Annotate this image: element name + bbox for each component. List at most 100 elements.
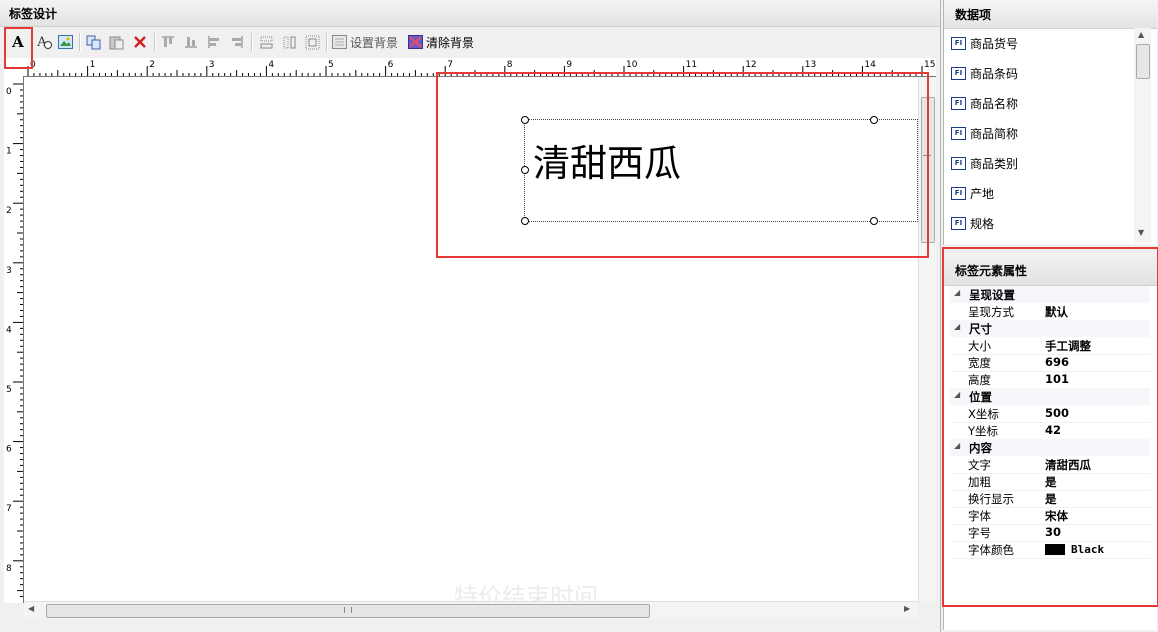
- prop-render-mode[interactable]: 呈现方式 默认: [950, 303, 1150, 321]
- prop-size[interactable]: 大小 手工调整: [950, 337, 1150, 355]
- field-icon: FI: [951, 66, 966, 80]
- toolbar-separator: [251, 33, 253, 51]
- category-size[interactable]: ◢ 尺寸: [950, 320, 1150, 337]
- copy-button[interactable]: [84, 32, 104, 52]
- prop-x[interactable]: X坐标 500: [950, 405, 1150, 423]
- align-bottom-icon: [185, 37, 197, 48]
- ruler-number: 4: [268, 60, 274, 70]
- same-height-button[interactable]: [279, 32, 299, 52]
- ruler-number: 1: [90, 60, 96, 70]
- collapse-triangle-icon[interactable]: ◢: [954, 441, 960, 450]
- prop-height[interactable]: 高度 101: [950, 371, 1150, 389]
- label-text-element[interactable]: 清甜西瓜: [521, 116, 918, 225]
- category-content[interactable]: ◢ 内容: [950, 439, 1150, 456]
- category-position[interactable]: ◢ 位置: [950, 388, 1150, 405]
- ruler-number: 4: [6, 325, 12, 335]
- scroll-right-arrow-icon[interactable]: ▶: [904, 604, 910, 613]
- resize-handle-top-left[interactable]: [521, 116, 529, 124]
- clear-background-icon: [408, 35, 423, 49]
- vertical-scroll-thumb[interactable]: [921, 97, 935, 243]
- toolbar-separator: [154, 33, 156, 51]
- scroll-left-arrow-icon[interactable]: ◀: [28, 604, 34, 613]
- data-items-title: 数据项: [955, 8, 992, 22]
- same-width-button[interactable]: [256, 32, 276, 52]
- design-canvas[interactable]: 清甜西瓜 特价结束时间: [24, 77, 918, 603]
- data-item[interactable]: FI 商品简称: [951, 124, 1018, 142]
- paste-button[interactable]: [107, 32, 127, 52]
- collapse-triangle-icon[interactable]: ◢: [954, 322, 960, 331]
- label-text-content: 清甜西瓜: [533, 142, 681, 185]
- data-item[interactable]: FI 规格: [951, 214, 994, 232]
- same-height-icon: [283, 36, 295, 48]
- ruler-number: 6: [6, 445, 12, 455]
- field-text-icon: A: [37, 35, 53, 50]
- image-icon: [57, 35, 73, 49]
- field-icon: FI: [951, 36, 966, 50]
- data-item[interactable]: FI 商品条码: [951, 64, 1018, 82]
- ruler-number: 5: [6, 385, 12, 395]
- data-item-label: 规格: [970, 216, 995, 231]
- collapse-triangle-icon[interactable]: ◢: [954, 288, 960, 297]
- ruler-number: 6: [388, 60, 394, 70]
- ruler-number: 8: [6, 564, 12, 574]
- data-item[interactable]: FI 商品名称: [951, 94, 1018, 112]
- align-left-button[interactable]: [204, 32, 224, 52]
- canvas-horizontal-scrollbar[interactable]: ◀ ▶: [24, 601, 918, 619]
- add-text-button[interactable]: A: [8, 32, 28, 52]
- vertical-ruler: 0 1 2 3 4 5 6 7 8: [4, 76, 24, 603]
- collapse-triangle-icon[interactable]: ◢: [954, 390, 960, 399]
- field-icon: FI: [951, 186, 966, 200]
- ruler-corner: [4, 58, 24, 76]
- ruler-number: 10: [626, 60, 638, 70]
- category-render[interactable]: ◢ 呈现设置: [950, 286, 1150, 303]
- prop-bold[interactable]: 加粗 是: [950, 473, 1150, 491]
- properties-title: 标签元素属性: [955, 264, 1028, 278]
- align-bottom-button[interactable]: [181, 32, 201, 52]
- prop-text[interactable]: 文字 清甜西瓜: [950, 456, 1150, 474]
- ruler-number: 0: [6, 87, 12, 97]
- delete-button[interactable]: [130, 32, 150, 52]
- prop-font-color[interactable]: 字体颜色 Black: [950, 541, 1150, 559]
- horizontal-ruler: 0 1 2 3 4 5 6 7 8 9 10 11 12 13 14 15: [24, 58, 936, 77]
- scroll-down-arrow-icon[interactable]: ▼: [1138, 228, 1144, 237]
- data-item-label: 商品货号: [970, 36, 1019, 51]
- resize-handle-top[interactable]: [870, 116, 878, 124]
- data-item-label: 商品名称: [970, 96, 1019, 111]
- same-size-icon: [305, 35, 319, 49]
- clear-background-button[interactable]: 清除背景: [408, 32, 474, 52]
- add-image-button[interactable]: [55, 32, 75, 52]
- ruler-number: 8: [507, 60, 513, 70]
- ruler-number: 2: [6, 206, 12, 216]
- prop-y[interactable]: Y坐标 42: [950, 422, 1150, 440]
- align-right-button[interactable]: [227, 32, 247, 52]
- prop-width[interactable]: 宽度 696: [950, 354, 1150, 372]
- resize-handle-bottom-left[interactable]: [521, 217, 529, 225]
- canvas-vertical-scrollbar[interactable]: [918, 77, 936, 603]
- resize-handle-left[interactable]: [521, 166, 529, 174]
- data-item[interactable]: FI 商品类别: [951, 154, 1018, 172]
- add-field-text-button[interactable]: A: [32, 32, 53, 52]
- toolbar-separator: [79, 33, 81, 51]
- data-items-scrollbar[interactable]: ▲ ▼: [1134, 28, 1151, 242]
- prop-font-size[interactable]: 字号 30: [950, 524, 1150, 542]
- prop-font[interactable]: 字体 宋体: [950, 507, 1150, 525]
- ruler-number: 7: [6, 504, 12, 514]
- ruler-number: 3: [6, 266, 12, 276]
- same-size-button[interactable]: [302, 32, 322, 52]
- data-item[interactable]: FI 商品货号: [951, 34, 1018, 52]
- prop-wrap[interactable]: 换行显示 是: [950, 490, 1150, 508]
- align-left-icon: [208, 36, 219, 48]
- resize-handle-bottom[interactable]: [870, 217, 878, 225]
- data-item[interactable]: FI 产地: [951, 184, 994, 202]
- set-background-button[interactable]: 设置背景: [332, 32, 398, 52]
- text-tool-icon: A: [12, 33, 24, 51]
- data-item-label: 产地: [970, 186, 995, 201]
- ruler-number: 5: [328, 60, 334, 70]
- scroll-up-arrow-icon[interactable]: ▲: [1138, 30, 1144, 39]
- vertical-ruler-ticks: 0 1 2 3 4 5 6 7 8: [6, 83, 23, 598]
- properties-title-bar: 标签元素属性: [944, 253, 1157, 286]
- ruler-number: 14: [864, 60, 876, 70]
- data-items-scroll-thumb[interactable]: [1136, 44, 1150, 79]
- align-top-button[interactable]: [158, 32, 178, 52]
- data-items-panel: 数据项 FI 商品货号 FI 商品条码 FI 商品名称 FI 商品简称 FI 商品类别 FI 产地 FI…: [943, 0, 1157, 245]
